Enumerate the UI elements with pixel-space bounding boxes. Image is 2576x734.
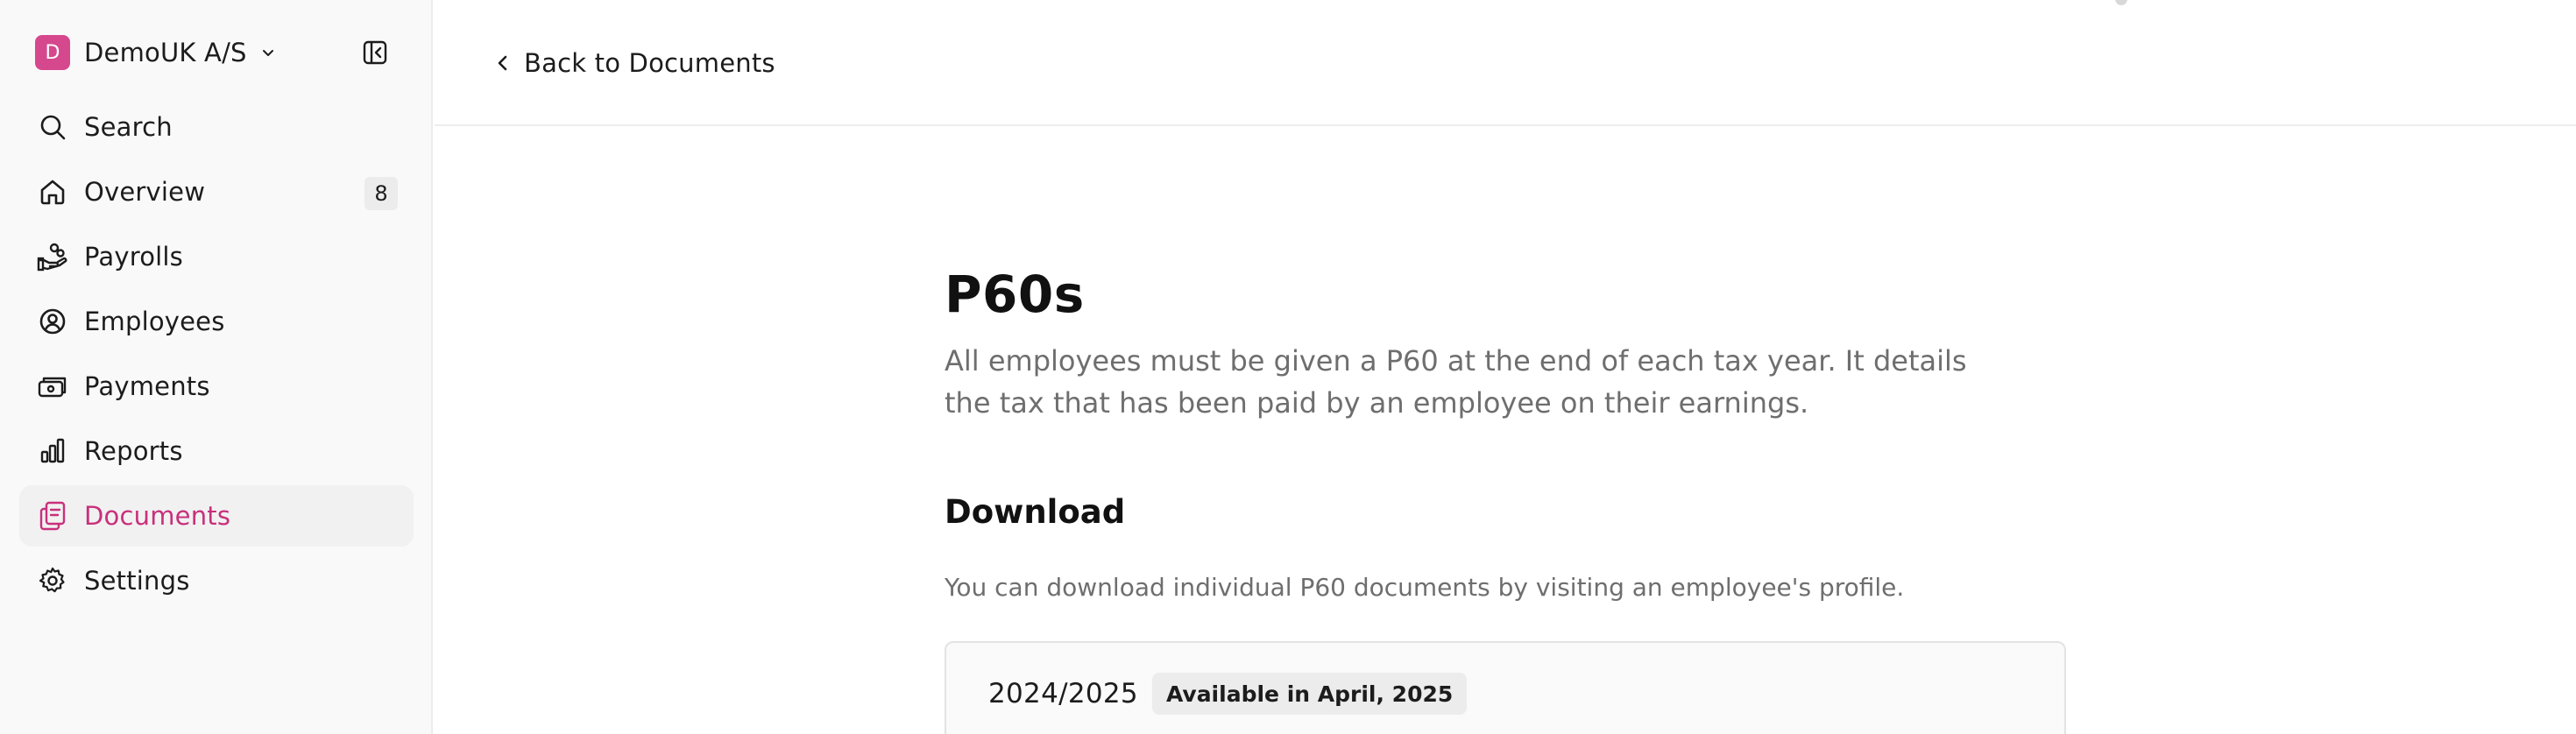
- sidebar-item-label: Payrolls: [84, 242, 183, 272]
- tax-year-row: 2024/2025 Available in April, 2025: [988, 671, 1468, 716]
- back-link-label: Back to Documents: [524, 48, 775, 78]
- sidebar: D DemoUK A/S Search Overview 8 Payrolls …: [0, 0, 433, 734]
- sidebar-item-search[interactable]: Search: [19, 96, 414, 158]
- search-icon: [35, 109, 70, 145]
- gear-icon: [35, 563, 70, 598]
- workspace-switcher[interactable]: D DemoUK A/S: [35, 35, 277, 70]
- tax-year-card[interactable]: 2024/2025 Available in April, 2025: [945, 641, 2066, 734]
- sidebar-item-label: Search: [84, 112, 173, 142]
- hand-coins-icon: [35, 239, 70, 274]
- sidebar-item-label: Overview: [84, 177, 206, 207]
- tax-year-label: 2024/2025: [988, 678, 1138, 709]
- sidebar-item-employees[interactable]: Employees: [19, 291, 414, 352]
- sidebar-item-label: Payments: [84, 371, 210, 401]
- banknote-icon: [35, 369, 70, 404]
- chevron-left-icon: [498, 55, 507, 71]
- download-section-description: You can download individual P60 document…: [945, 573, 1905, 602]
- sidebar-item-label: Reports: [84, 436, 183, 466]
- app-root: D DemoUK A/S Search Overview 8 Payrolls …: [0, 0, 2576, 734]
- sidebar-item-reports[interactable]: Reports: [19, 420, 414, 482]
- overview-count-badge: 8: [364, 177, 398, 210]
- download-section-title: Download: [945, 493, 1126, 531]
- sidebar-item-label: Employees: [84, 307, 225, 336]
- sidebar-nav: Search Overview 8 Payrolls Employees Pay…: [19, 96, 414, 615]
- workspace-name: DemoUK A/S: [84, 38, 247, 67]
- workspace-avatar: D: [35, 35, 70, 70]
- user-circle-icon: [35, 304, 70, 339]
- bar-chart-icon: [35, 434, 70, 469]
- sidebar-item-settings[interactable]: Settings: [19, 550, 414, 611]
- sidebar-item-label: Documents: [84, 501, 231, 531]
- sidebar-item-payrolls[interactable]: Payrolls: [19, 226, 414, 287]
- home-icon: [35, 174, 70, 209]
- chevron-down-icon: [262, 50, 273, 56]
- collapse-sidebar-button[interactable]: [361, 39, 389, 67]
- page-description: All employees must be given a P60 at the…: [945, 344, 1967, 420]
- main-content: P60s All employees must be given a P60 a…: [945, 261, 2066, 734]
- sidebar-item-overview[interactable]: Overview 8: [19, 161, 414, 222]
- page-title: P60s: [945, 265, 1085, 324]
- back-to-documents-link[interactable]: Back to Documents: [494, 44, 775, 82]
- document-icon: [35, 498, 70, 533]
- sidebar-item-label: Settings: [84, 566, 190, 596]
- avatar[interactable]: [2115, 0, 2127, 5]
- sidebar-collapse-icon: [363, 40, 387, 65]
- sidebar-item-payments[interactable]: Payments: [19, 356, 414, 417]
- sidebar-item-documents[interactable]: Documents: [19, 485, 414, 547]
- availability-badge: Available in April, 2025: [1151, 673, 1468, 715]
- top-bar: Back to Documents: [435, 0, 2576, 126]
